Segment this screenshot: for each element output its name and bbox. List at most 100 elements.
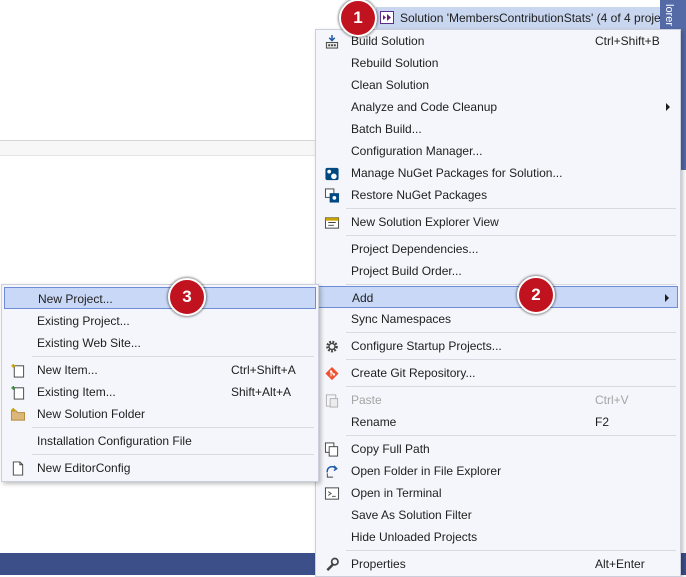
menu-item-rebuild-solution[interactable]: Rebuild Solution [318, 52, 678, 74]
submenu-item-existing-item[interactable]: Existing Item... Shift+Alt+A [4, 381, 316, 403]
menu-item-label: Properties [351, 557, 406, 571]
menu-item-label: New EditorConfig [37, 461, 131, 475]
menu-item-label: Copy Full Path [351, 442, 430, 456]
menu-item-label: Existing Project... [37, 314, 130, 328]
menu-item-paste: Paste Ctrl+V [318, 389, 678, 411]
menu-item-add[interactable]: Add [318, 286, 678, 308]
menu-item-label: Installation Configuration File [37, 434, 192, 448]
submenu-item-existing-project[interactable]: Existing Project... [4, 310, 316, 332]
menu-item-label: New Solution Folder [37, 407, 146, 421]
nuget-icon [325, 167, 339, 181]
callout-badge-1: 1 [339, 0, 377, 37]
restore-icon [324, 188, 340, 203]
submenu-arrow-icon [666, 103, 670, 111]
menu-item-label: Save As Solution Filter [351, 508, 472, 522]
menu-item-shortcut: F2 [595, 415, 610, 429]
submenu-item-installation-config[interactable]: Installation Configuration File [4, 430, 316, 452]
menu-item-label: Configuration Manager... [351, 144, 483, 158]
menu-item-configure-startup[interactable]: Configure Startup Projects... [318, 335, 678, 357]
file-icon [12, 461, 24, 476]
submenu-item-new-editorconfig[interactable]: New EditorConfig [4, 457, 316, 479]
callout-badge-2: 2 [517, 276, 555, 314]
menu-item-shortcut: Alt+Enter [595, 557, 645, 571]
menu-separator [346, 359, 676, 360]
menu-item-label: Open in Terminal [351, 486, 442, 500]
menu-item-clean-solution[interactable]: Clean Solution [318, 74, 678, 96]
menu-separator [346, 435, 676, 436]
menu-separator [346, 284, 676, 285]
folder-icon [10, 407, 26, 421]
solution-context-menu: Build Solution Ctrl+Shift+B Rebuild Solu… [315, 29, 681, 577]
submenu-item-new-project[interactable]: New Project... [4, 287, 316, 309]
menu-item-label: Configure Startup Projects... [351, 339, 502, 353]
add-submenu: New Project... Existing Project... Exist… [1, 284, 319, 482]
solution-icon [380, 11, 394, 24]
menu-item-properties[interactable]: Properties Alt+Enter [318, 553, 678, 575]
menu-item-open-terminal[interactable]: Open in Terminal [318, 482, 678, 504]
menu-separator [346, 332, 676, 333]
menu-item-label: Paste [351, 393, 382, 407]
existing-item-icon [11, 385, 25, 400]
menu-item-label: Create Git Repository... [351, 366, 476, 380]
editor-band [0, 141, 330, 156]
menu-item-open-folder[interactable]: Open Folder in File Explorer [318, 460, 678, 482]
build-icon [325, 34, 339, 49]
menu-item-label: New Solution Explorer View [351, 215, 499, 229]
terminal-icon [324, 487, 340, 500]
menu-item-project-build-order[interactable]: Project Build Order... [318, 260, 678, 282]
open-folder-icon [326, 465, 338, 478]
menu-item-create-git-repo[interactable]: Create Git Repository... [318, 362, 678, 384]
paste-icon [325, 394, 339, 408]
menu-item-sync-namespaces[interactable]: Sync Namespaces [318, 308, 678, 330]
menu-item-label: Rebuild Solution [351, 56, 439, 70]
menu-item-restore-nuget[interactable]: Restore NuGet Packages [318, 184, 678, 206]
menu-separator [346, 386, 676, 387]
menu-item-batch-build[interactable]: Batch Build... [318, 118, 678, 140]
menu-item-label: New Item... [37, 363, 98, 377]
menu-item-analyze-code-cleanup[interactable]: Analyze and Code Cleanup [318, 96, 678, 118]
menu-separator [346, 235, 676, 236]
submenu-item-existing-website[interactable]: Existing Web Site... [4, 332, 316, 354]
menu-item-label: Manage NuGet Packages for Solution... [351, 166, 563, 180]
menu-separator [346, 208, 676, 209]
new-item-icon [11, 363, 25, 378]
gear-icon [326, 340, 338, 353]
menu-separator [346, 550, 676, 551]
menu-item-label: Add [352, 291, 374, 305]
solution-node[interactable]: Solution 'MembersContributionStats' (4 o… [376, 7, 660, 29]
explorer-view-icon [324, 217, 340, 229]
menu-item-rename[interactable]: Rename F2 [318, 411, 678, 433]
git-icon [325, 366, 339, 381]
submenu-item-new-item[interactable]: New Item... Ctrl+Shift+A [4, 359, 316, 381]
menu-item-label: Restore NuGet Packages [351, 188, 488, 202]
submenu-arrow-icon [665, 294, 669, 302]
menu-separator [32, 454, 314, 455]
menu-item-new-explorer-view[interactable]: New Solution Explorer View [318, 211, 678, 233]
menu-item-label: Hide Unloaded Projects [351, 530, 478, 544]
menu-item-hide-unloaded[interactable]: Hide Unloaded Projects [318, 526, 678, 548]
menu-item-shortcut: Ctrl+Shift+B [595, 34, 660, 48]
callout-badge-3: 3 [168, 278, 206, 316]
menu-item-label: New Project... [38, 292, 113, 306]
menu-item-save-solution-filter[interactable]: Save As Solution Filter [318, 504, 678, 526]
menu-item-label: Batch Build... [351, 122, 422, 136]
menu-item-project-dependencies[interactable]: Project Dependencies... [318, 238, 678, 260]
menu-item-label: Rename [351, 415, 397, 429]
submenu-item-new-solution-folder[interactable]: New Solution Folder [4, 403, 316, 425]
menu-item-label: Existing Item... [37, 385, 116, 399]
menu-separator [32, 427, 314, 428]
menu-item-label: Sync Namespaces [351, 312, 452, 326]
menu-item-label: Project Build Order... [351, 264, 462, 278]
menu-item-label: Clean Solution [351, 78, 430, 92]
menu-item-label: Open Folder in File Explorer [351, 464, 502, 478]
menu-item-label: Existing Web Site... [37, 336, 141, 350]
menu-item-configuration-manager[interactable]: Configuration Manager... [318, 140, 678, 162]
menu-item-shortcut: Ctrl+V [595, 393, 629, 407]
menu-separator [32, 356, 314, 357]
menu-item-label: Project Dependencies... [351, 242, 479, 256]
menu-item-shortcut: Ctrl+Shift+A [231, 363, 296, 377]
menu-item-copy-full-path[interactable]: Copy Full Path [318, 438, 678, 460]
menu-item-manage-nuget[interactable]: Manage NuGet Packages for Solution... [318, 162, 678, 184]
menu-item-shortcut: Shift+Alt+A [231, 385, 292, 399]
menu-item-build-solution[interactable]: Build Solution Ctrl+Shift+B [318, 30, 678, 52]
